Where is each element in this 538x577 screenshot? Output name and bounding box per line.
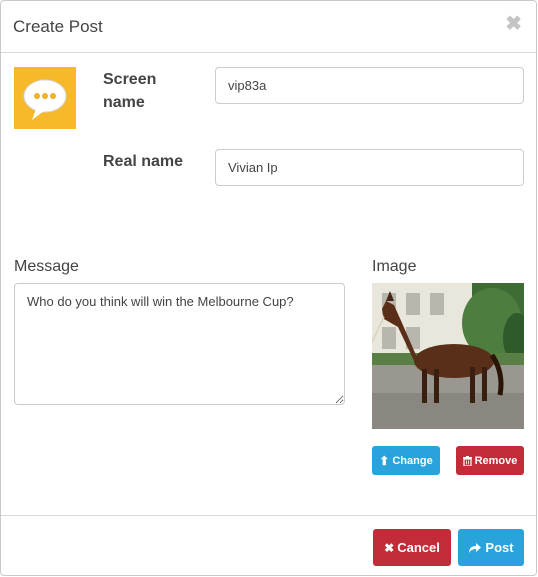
cancel-button[interactable]: ✖ Cancel [373, 529, 451, 566]
image-label: Image [372, 258, 417, 275]
real-name-input[interactable] [215, 149, 524, 186]
close-icon[interactable]: ✖ [505, 14, 522, 34]
avatar [14, 67, 76, 129]
trash-icon [462, 455, 472, 466]
remove-image-button[interactable]: Remove [456, 446, 524, 475]
post-button-label: Post [485, 540, 514, 555]
share-arrow-icon [469, 542, 482, 553]
create-post-dialog: Create Post ✖ Screen name Real name Mess… [0, 0, 537, 576]
horse-image [372, 283, 524, 429]
dialog-title: Create Post [13, 17, 103, 36]
dialog-header: Create Post ✖ [1, 1, 536, 53]
x-icon: ✖ [384, 540, 395, 555]
change-image-button[interactable]: ⬆ Change [372, 446, 440, 475]
screen-name-input[interactable] [215, 67, 524, 104]
post-button[interactable]: Post [458, 529, 524, 566]
real-name-label: Real name [103, 153, 184, 170]
chat-bubble-icon [23, 79, 67, 120]
remove-button-label: Remove [474, 454, 518, 467]
message-textarea[interactable]: Who do you think will win the Melbourne … [14, 283, 345, 405]
message-label: Message [14, 258, 79, 275]
cancel-button-label: Cancel [397, 540, 440, 555]
screen-name-label: Screen name [103, 71, 157, 111]
change-button-label: Change [392, 454, 433, 467]
upload-icon: ⬆ [379, 453, 390, 468]
footer-divider [1, 515, 536, 516]
